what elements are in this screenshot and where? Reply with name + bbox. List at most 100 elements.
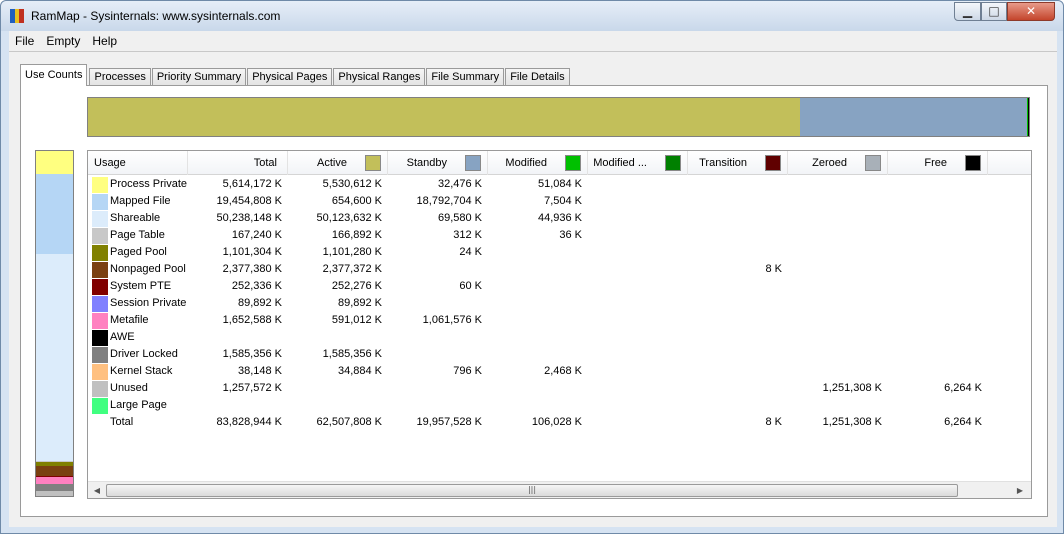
column-header-free[interactable]: Free bbox=[888, 151, 988, 175]
state-bar-segment-active bbox=[88, 98, 800, 136]
tab-priority-summary[interactable]: Priority Summary bbox=[151, 68, 247, 86]
value-cell bbox=[888, 193, 988, 210]
menu-bar: File Empty Help bbox=[9, 31, 1057, 51]
column-header-modified[interactable]: Modified ... bbox=[588, 151, 688, 175]
window-title: RamMap - Sysinternals: www.sysinternals.… bbox=[31, 9, 281, 23]
scroll-left-icon[interactable]: ◀ bbox=[90, 484, 104, 497]
maximize-button[interactable]: □ bbox=[981, 2, 1007, 21]
value-cell bbox=[288, 380, 388, 397]
value-cell bbox=[488, 312, 588, 329]
column-header-modified[interactable]: Modified bbox=[488, 151, 588, 175]
value-cell: 60 K bbox=[459, 280, 482, 292]
close-button[interactable]: ✕ bbox=[1007, 2, 1055, 21]
value-cell bbox=[688, 295, 788, 312]
title-bar[interactable]: RamMap - Sysinternals: www.sysinternals.… bbox=[1, 1, 1063, 31]
value-cell: 6,264 K bbox=[944, 416, 982, 428]
horizontal-scrollbar[interactable]: ◀ ||| ▶ bbox=[88, 481, 1031, 498]
table-row[interactable]: Kernel Stack 38,148 K 34,884 K 796 K 2,468 K bbox=[88, 363, 1031, 380]
tab-file-details[interactable]: File Details bbox=[505, 68, 570, 86]
scroll-right-icon[interactable]: ▶ bbox=[1013, 484, 1027, 497]
memory-state-bar bbox=[87, 97, 1030, 137]
value-cell bbox=[788, 295, 888, 312]
tab-processes[interactable]: Processes bbox=[89, 68, 151, 86]
menu-help[interactable]: Help bbox=[86, 31, 123, 51]
value-cell bbox=[888, 176, 988, 193]
table-row[interactable]: Paged Pool 1,101,304 K 1,101,280 K 24 K bbox=[88, 244, 1031, 261]
usage-label: System PTE bbox=[110, 280, 172, 292]
value-cell bbox=[688, 346, 788, 363]
column-header-usage[interactable]: Usage bbox=[88, 151, 188, 175]
value-cell: 8 K bbox=[765, 263, 782, 275]
value-cell bbox=[788, 176, 888, 193]
value-cell bbox=[788, 210, 888, 227]
usage-label: Shareable bbox=[110, 212, 161, 224]
column-header-zeroed[interactable]: Zeroed bbox=[788, 151, 888, 175]
close-icon: ✕ bbox=[1025, 4, 1037, 18]
value-cell bbox=[388, 380, 488, 397]
menu-empty[interactable]: Empty bbox=[40, 31, 86, 51]
column-header-standby[interactable]: Standby bbox=[388, 151, 488, 175]
table-row[interactable]: Session Private 89,892 K 89,892 K bbox=[88, 295, 1031, 312]
column-color-swatch bbox=[365, 155, 381, 171]
value-cell: 19,454,808 K bbox=[216, 195, 282, 207]
column-color-swatch bbox=[665, 155, 681, 171]
value-cell bbox=[788, 312, 888, 329]
table-row[interactable]: Page Table 167,240 K 166,892 K 312 K 36 K bbox=[88, 227, 1031, 244]
table-row[interactable]: Metafile 1,652,588 K 591,012 K 1,061,576 K bbox=[88, 312, 1031, 329]
usage-color-swatch bbox=[92, 176, 108, 193]
table-row[interactable]: System PTE 252,336 K 252,276 K 60 K bbox=[88, 278, 1031, 295]
value-cell bbox=[888, 278, 988, 295]
tab-physical-ranges[interactable]: Physical Ranges bbox=[333, 68, 426, 86]
table-row[interactable]: Mapped File 19,454,808 K 654,600 K 18,792,7… bbox=[88, 193, 1031, 210]
tab-physical-pages[interactable]: Physical Pages bbox=[247, 68, 333, 86]
minimize-button[interactable]: ▁ bbox=[954, 2, 981, 21]
value-cell bbox=[588, 295, 688, 312]
column-color-swatch bbox=[865, 155, 881, 171]
value-cell bbox=[588, 397, 688, 414]
table-row[interactable]: AWE bbox=[88, 329, 1031, 346]
column-header-transition[interactable]: Transition bbox=[688, 151, 788, 175]
usage-label: Paged Pool bbox=[110, 246, 167, 258]
value-cell bbox=[888, 210, 988, 227]
column-color-swatch bbox=[465, 155, 481, 171]
usage-color-swatch bbox=[92, 210, 108, 227]
scroll-thumb[interactable]: ||| bbox=[106, 484, 958, 497]
usage-color-swatch bbox=[92, 295, 108, 312]
table-row[interactable]: Large Page bbox=[88, 397, 1031, 414]
value-cell: 18,792,704 K bbox=[416, 195, 482, 207]
value-cell bbox=[888, 227, 988, 244]
usage-label: Nonpaged Pool bbox=[110, 263, 186, 275]
tab-file-summary[interactable]: File Summary bbox=[426, 68, 505, 86]
value-cell: 38,148 K bbox=[237, 365, 282, 377]
tab-use-counts[interactable]: Use Counts bbox=[20, 64, 88, 86]
table-row[interactable]: Shareable 50,238,148 K 50,123,632 K 69,580 … bbox=[88, 210, 1031, 227]
value-cell bbox=[588, 363, 688, 380]
value-cell bbox=[688, 312, 788, 329]
value-cell bbox=[488, 329, 588, 346]
value-cell bbox=[588, 380, 688, 397]
value-cell bbox=[488, 380, 588, 397]
value-cell bbox=[288, 397, 388, 414]
column-header-total[interactable]: Total bbox=[188, 151, 288, 175]
usage-breakdown-bar bbox=[35, 150, 74, 497]
table-row[interactable]: Driver Locked 1,585,356 K 1,585,356 K bbox=[88, 346, 1031, 363]
scroll-grip-icon: ||| bbox=[527, 485, 537, 494]
table-row[interactable]: Unused 1,257,572 K 1,251,308 K 6,264 K bbox=[88, 380, 1031, 397]
usage-label: Process Private bbox=[110, 178, 188, 190]
menu-file[interactable]: File bbox=[9, 31, 40, 51]
value-cell: 166,892 K bbox=[331, 229, 382, 241]
column-header-active[interactable]: Active bbox=[288, 151, 388, 175]
value-cell: 1,652,588 K bbox=[222, 314, 282, 326]
value-cell bbox=[488, 346, 588, 363]
value-cell bbox=[788, 244, 888, 261]
column-header-label: Modified ... bbox=[593, 157, 647, 169]
value-cell: 1,585,356 K bbox=[222, 348, 282, 360]
value-cell: 1,251,308 K bbox=[822, 382, 882, 394]
table-row[interactable]: Nonpaged Pool 2,377,380 K 2,377,372 K 8 K bbox=[88, 261, 1031, 278]
value-cell: 7,504 K bbox=[544, 195, 582, 207]
table-row[interactable]: Process Private 5,614,172 K 5,530,612 K 32,… bbox=[88, 176, 1031, 193]
value-cell bbox=[788, 261, 888, 278]
table-row[interactable]: Total 83,828,944 K 62,507,808 K 19,957,528 … bbox=[88, 414, 1031, 431]
client-area: Use Counts Processes Priority Summary Ph… bbox=[9, 51, 1057, 527]
value-cell: 89,892 K bbox=[237, 297, 282, 309]
